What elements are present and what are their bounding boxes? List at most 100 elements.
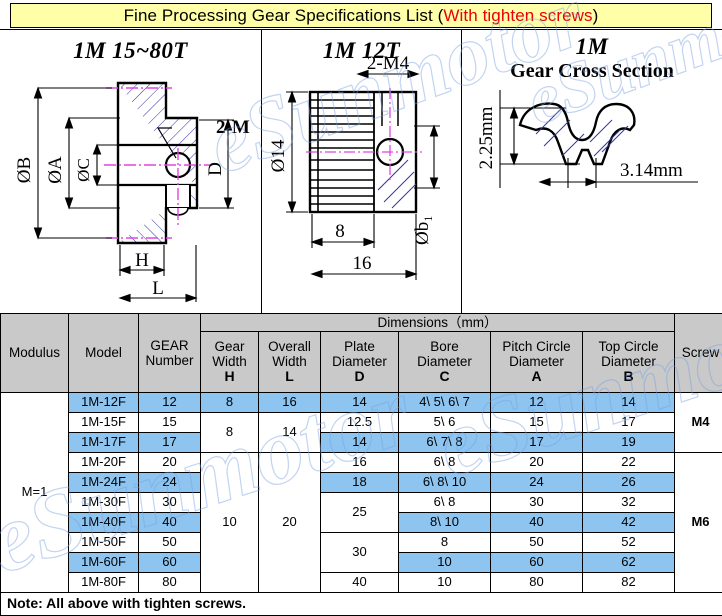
table-row: 1M-30F30256\ 830320.088 bbox=[1, 493, 722, 513]
cell-gear-number: 20 bbox=[139, 453, 201, 473]
header-bore-diameter: Bore Diameter C bbox=[399, 332, 491, 393]
cell-bore-diameter: 6\ 8\ 10 bbox=[399, 473, 491, 493]
note-row: Note: All above with tighten screws. bbox=[1, 593, 722, 616]
cell-pitch-circle-diameter: 17 bbox=[491, 433, 583, 453]
cell-overall-width: 14 bbox=[259, 413, 321, 453]
cell-top-circle-diameter: 26 bbox=[583, 473, 675, 493]
header-gear-width: Gear Width H bbox=[201, 332, 259, 393]
cell-bore-diameter: 6\ 8 bbox=[399, 453, 491, 473]
cell-top-circle-diameter: 14 bbox=[583, 393, 675, 413]
header-top-circle-diameter: Top Circle Diameter B bbox=[583, 332, 675, 393]
cell-gear-width: 10 bbox=[201, 453, 259, 593]
header-modulus: Modulus bbox=[1, 314, 69, 393]
header-gear-width-symbol: H bbox=[201, 369, 258, 385]
svg-text:3.14mm: 3.14mm bbox=[620, 160, 683, 181]
drawing-panel-15-80t: 1M 15~80T bbox=[0, 30, 262, 314]
specifications-table: Modulus Model GEAR Number Dimensions（mm）… bbox=[0, 313, 722, 616]
header-gear-number-line2: Number bbox=[139, 353, 200, 368]
cell-overall-width: 16 bbox=[259, 393, 321, 413]
cell-gear-number: 60 bbox=[139, 553, 201, 573]
title-band: Fine Processing Gear Specifications List… bbox=[10, 3, 712, 28]
cell-model: 1M-17F bbox=[69, 433, 139, 453]
cell-pitch-circle-diameter: 30 bbox=[491, 493, 583, 513]
cell-screw: M4 bbox=[675, 393, 722, 453]
cell-top-circle-diameter: 17 bbox=[583, 413, 675, 433]
cell-screw: M6 bbox=[675, 453, 722, 593]
header-top-circle-line2: Diameter bbox=[583, 354, 674, 369]
header-gear-number: GEAR Number bbox=[139, 314, 201, 393]
header-top-circle-symbol: B bbox=[583, 369, 674, 385]
table-body: M=11M-12F12816144\ 5\ 6\ 71214M40.011M-1… bbox=[1, 393, 722, 593]
table-row: 1M-80F80401080820.44 bbox=[1, 573, 722, 593]
header-overall-width-line1: Overall bbox=[259, 339, 320, 354]
cell-gear-number: 30 bbox=[139, 493, 201, 513]
cell-model: 1M-12F bbox=[69, 393, 139, 413]
cell-bore-diameter: 5\ 6 bbox=[399, 413, 491, 433]
svg-text:2.25mm: 2.25mm bbox=[476, 106, 497, 169]
cell-plate-diameter: 40 bbox=[321, 573, 399, 593]
header-bore-diameter-symbol: C bbox=[399, 369, 490, 385]
cell-top-circle-diameter: 22 bbox=[583, 453, 675, 473]
drawing-svg-12t: Ø14 Øb₁ 8 16 2-M4 bbox=[262, 30, 461, 314]
header-bore-diameter-line1: Bore bbox=[399, 339, 490, 354]
cell-plate-diameter: 14 bbox=[321, 393, 399, 413]
cell-gear-number: 24 bbox=[139, 473, 201, 493]
header-plate-diameter-symbol: D bbox=[321, 369, 398, 385]
title-highlight: With tighten screws bbox=[443, 6, 592, 25]
table-row: 1M-24F24186\ 8\ 1024260.052 bbox=[1, 473, 722, 493]
cell-bore-diameter: 6\ 8 bbox=[399, 493, 491, 513]
header-plate-diameter-line2: Diameter bbox=[321, 354, 398, 369]
cell-model: 1M-24F bbox=[69, 473, 139, 493]
header-pitch-circle-symbol: A bbox=[491, 369, 582, 385]
cell-bore-diameter: 4\ 5\ 6\ 7 bbox=[399, 393, 491, 413]
cell-gear-number: 15 bbox=[139, 413, 201, 433]
cell-overall-width: 20 bbox=[259, 453, 321, 593]
cell-gear-width: 8 bbox=[201, 413, 259, 453]
table-header: Modulus Model GEAR Number Dimensions（mm）… bbox=[1, 314, 722, 393]
drawing-panel-cross-section: 1M Gear Cross Section bbox=[462, 30, 722, 314]
title-close: ) bbox=[593, 6, 599, 25]
cell-top-circle-diameter: 62 bbox=[583, 553, 675, 573]
svg-text:ØA: ØA bbox=[45, 156, 66, 184]
header-overall-width-symbol: L bbox=[259, 369, 320, 385]
cell-pitch-circle-diameter: 15 bbox=[491, 413, 583, 433]
cell-top-circle-diameter: 52 bbox=[583, 533, 675, 553]
cell-bore-diameter: 6\ 7\ 8 bbox=[399, 433, 491, 453]
cell-top-circle-diameter: 82 bbox=[583, 573, 675, 593]
cell-model: 1M-30F bbox=[69, 493, 139, 513]
drawing-svg-cross-section: 2.25mm 3.14mm bbox=[462, 30, 722, 314]
cell-gear-number: 80 bbox=[139, 573, 201, 593]
cell-model: 1M-80F bbox=[69, 573, 139, 593]
svg-text:D: D bbox=[205, 162, 226, 176]
cell-model: 1M-60F bbox=[69, 553, 139, 573]
header-plate-diameter-line1: Plate bbox=[321, 339, 398, 354]
cell-modulus: M=1 bbox=[1, 393, 69, 593]
cell-pitch-circle-diameter: 12 bbox=[491, 393, 583, 413]
cell-gear-number: 12 bbox=[139, 393, 201, 413]
svg-text:8: 8 bbox=[335, 221, 345, 242]
header-model: Model bbox=[69, 314, 139, 393]
table-row: M=11M-12F12816144\ 5\ 6\ 71214M40.01 bbox=[1, 393, 722, 413]
cell-pitch-circle-diameter: 80 bbox=[491, 573, 583, 593]
svg-text:16: 16 bbox=[353, 253, 372, 274]
cell-bore-diameter: 10 bbox=[399, 573, 491, 593]
svg-text:H: H bbox=[135, 250, 149, 271]
drawing-area: 1M 15~80T bbox=[0, 29, 722, 313]
svg-text:2-M4: 2-M4 bbox=[367, 53, 410, 74]
header-gear-width-line2: Width bbox=[201, 354, 258, 369]
header-bore-diameter-line2: Diameter bbox=[399, 354, 490, 369]
header-overall-width: Overall Width L bbox=[259, 332, 321, 393]
cell-gear-number: 50 bbox=[139, 533, 201, 553]
header-pitch-circle-line2: Diameter bbox=[491, 354, 582, 369]
cell-gear-number: 17 bbox=[139, 433, 201, 453]
table-row: 1M-50F5030850520.2 bbox=[1, 533, 722, 553]
header-row-group: Modulus Model GEAR Number Dimensions（mm）… bbox=[1, 314, 722, 332]
svg-text:L: L bbox=[152, 278, 164, 299]
cell-pitch-circle-diameter: 20 bbox=[491, 453, 583, 473]
cell-gear-number: 40 bbox=[139, 513, 201, 533]
svg-text:Øb₁: Øb₁ bbox=[412, 215, 433, 245]
cell-top-circle-diameter: 19 bbox=[583, 433, 675, 453]
title-main: Fine Processing Gear Specifications List… bbox=[124, 6, 444, 25]
note-text: Note: All above with tighten screws. bbox=[1, 593, 722, 616]
header-plate-diameter: Plate Diameter D bbox=[321, 332, 399, 393]
